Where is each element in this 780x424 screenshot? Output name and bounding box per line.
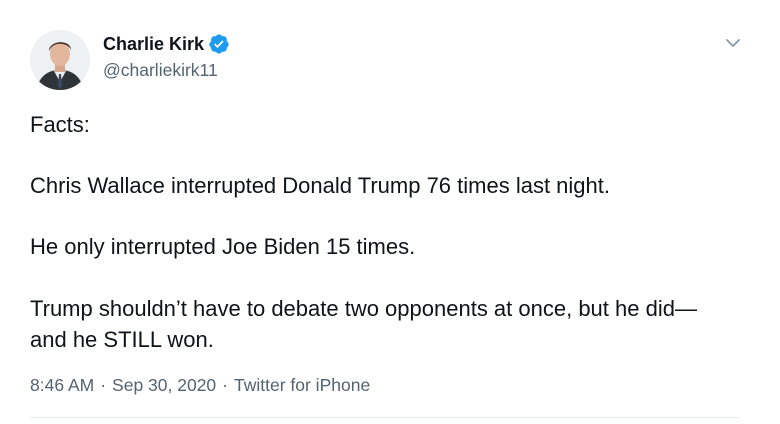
tweet-text-paragraph: Facts: bbox=[30, 112, 90, 137]
tweet-time[interactable]: 8:46 AM bbox=[30, 375, 94, 396]
tweet-metadata: 8:46 AM · Sep 30, 2020 · Twitter for iPh… bbox=[30, 375, 370, 396]
meta-separator: · bbox=[222, 375, 228, 395]
author-display-name[interactable]: Charlie Kirk bbox=[103, 34, 204, 55]
tweet-text-paragraph: He only interrupted Joe Biden 15 times. bbox=[30, 234, 416, 259]
tweet-card: Charlie Kirk @charliekirk11 Facts: Chris… bbox=[0, 0, 780, 424]
avatar-image bbox=[30, 30, 90, 90]
divider bbox=[30, 417, 740, 418]
chevron-down-icon[interactable] bbox=[722, 32, 744, 54]
verified-badge-icon bbox=[208, 33, 230, 55]
tweet-source[interactable]: Twitter for iPhone bbox=[234, 375, 370, 396]
tweet-text-paragraph: Chris Wallace interrupted Donald Trump 7… bbox=[30, 173, 610, 198]
tweet-text-line: and he STILL won. bbox=[30, 327, 214, 352]
avatar[interactable] bbox=[30, 30, 90, 90]
tweet-date[interactable]: Sep 30, 2020 bbox=[112, 375, 216, 396]
tweet-text-line: Trump shouldn’t have to debate two oppon… bbox=[30, 296, 697, 321]
meta-separator: · bbox=[100, 375, 107, 395]
author-name-row[interactable]: Charlie Kirk bbox=[103, 33, 230, 55]
author-handle[interactable]: @charliekirk11 bbox=[103, 60, 218, 81]
